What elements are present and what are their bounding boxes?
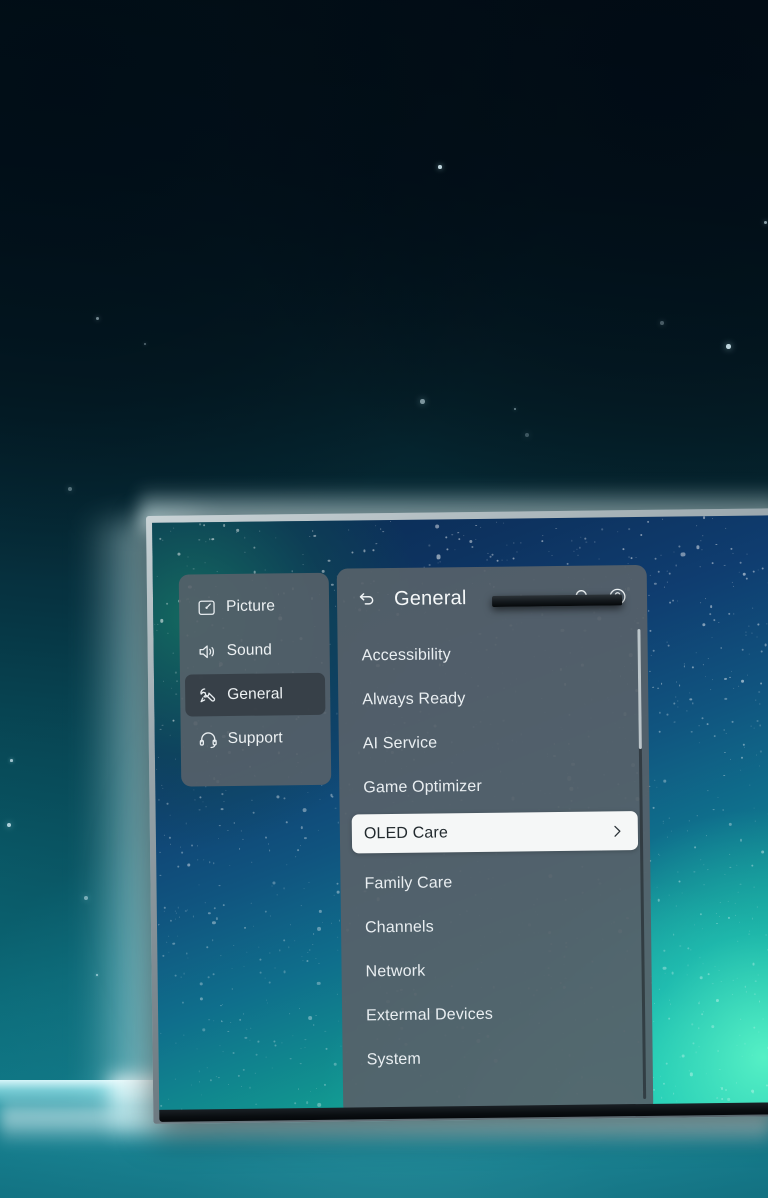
menu-item-label: OLED Care (363, 823, 449, 842)
background-vignette-top-left (0, 0, 560, 580)
settings-menu-list: Accessibility Always Ready AI Service Ga… (337, 627, 652, 1079)
menu-item-oled-care[interactable]: OLED Care (351, 811, 639, 854)
tv-stand-foot (492, 594, 623, 607)
menu-item-network[interactable]: Network (353, 951, 639, 990)
chevron-right-icon (608, 822, 626, 840)
picture-icon (195, 596, 217, 618)
menu-item-family-care[interactable]: Family Care (352, 863, 638, 902)
rail-item-general[interactable]: General (184, 672, 326, 717)
menu-item-label: Channels (364, 918, 434, 937)
room-scene: Picture Sound General Support General Ac… (0, 0, 768, 1198)
rail-item-label: General (227, 685, 284, 704)
headset-icon (197, 728, 219, 750)
menu-item-accessibility[interactable]: Accessibility (350, 635, 636, 674)
sound-icon (196, 640, 218, 662)
wrench-icon (196, 684, 218, 706)
rail-item-picture[interactable]: Picture (184, 585, 325, 629)
settings-osd: Picture Sound General Support General Ac… (152, 515, 768, 1112)
menu-item-system[interactable]: System (354, 1039, 640, 1078)
background-vignette-top-right (228, 0, 768, 500)
settings-category-rail: Picture Sound General Support (178, 572, 332, 787)
menu-item-label: Accessibility (361, 646, 451, 665)
menu-item-label: System (366, 1050, 422, 1069)
back-arrow-icon[interactable] (353, 586, 379, 612)
rail-item-label: Picture (226, 597, 276, 616)
menu-item-label: Game Optimizer (363, 777, 483, 797)
menu-item-ai-service[interactable]: AI Service (351, 723, 637, 762)
rail-item-support[interactable]: Support (185, 717, 326, 761)
menu-item-game-optimizer[interactable]: Game Optimizer (351, 767, 637, 806)
settings-panel: General Accessibility Always Ready AI Se… (336, 564, 654, 1112)
menu-item-label: Network (365, 962, 426, 981)
menu-item-external-devices[interactable]: Extermal Devices (354, 995, 640, 1034)
menu-item-channels[interactable]: Channels (353, 907, 639, 946)
rail-item-label: Sound (226, 641, 273, 660)
menu-item-label: Always Ready (362, 690, 466, 709)
menu-item-label: Family Care (364, 874, 453, 893)
television: Picture Sound General Support General Ac… (146, 508, 768, 1124)
menu-item-label: Extermal Devices (366, 1005, 494, 1025)
menu-item-always-ready[interactable]: Always Ready (350, 679, 636, 718)
tv-screen: Picture Sound General Support General Ac… (152, 515, 768, 1112)
menu-item-label: AI Service (362, 734, 438, 753)
rail-item-label: Support (227, 729, 283, 748)
rail-item-sound[interactable]: Sound (184, 629, 325, 673)
